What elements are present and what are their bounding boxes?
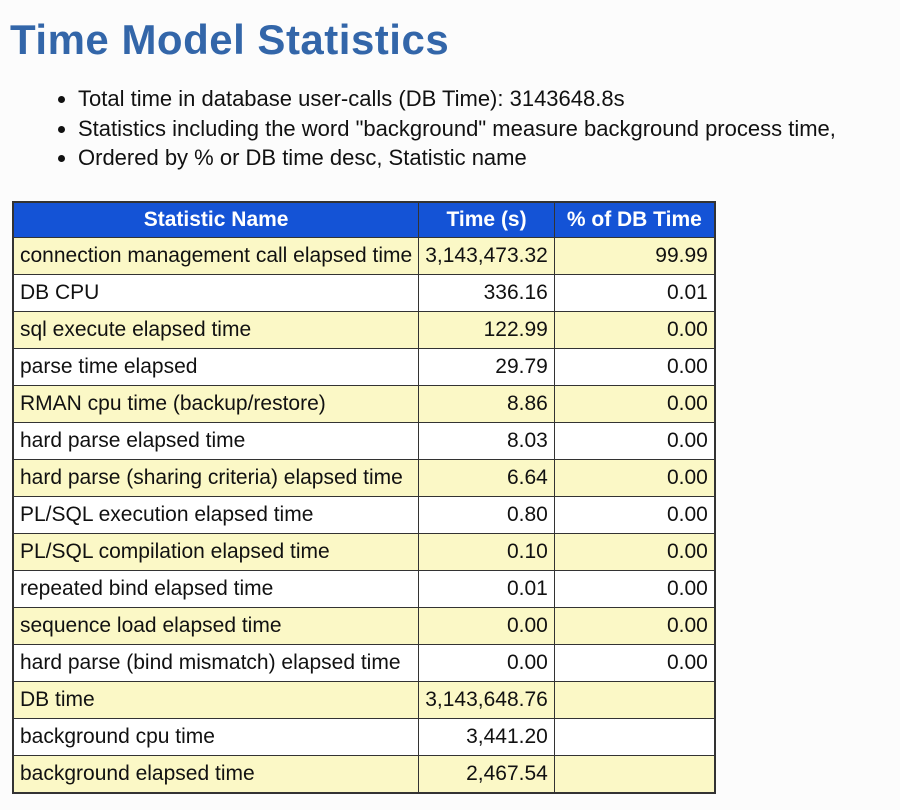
stat-time-cell: 3,441.20 [419, 719, 555, 756]
stat-pct-cell: 0.01 [554, 275, 714, 312]
col-header-pct-db-time: % of DB Time [554, 202, 714, 238]
stat-name-cell: hard parse elapsed time [13, 423, 419, 460]
stat-time-cell: 336.16 [419, 275, 555, 312]
stat-time-cell: 122.99 [419, 312, 555, 349]
table-row: DB time3,143,648.76 [13, 682, 715, 719]
stat-time-cell: 29.79 [419, 349, 555, 386]
stat-pct-cell: 0.00 [554, 534, 714, 571]
stat-name-cell: background elapsed time [13, 756, 419, 794]
stat-name-cell: RMAN cpu time (backup/restore) [13, 386, 419, 423]
table-row: hard parse (bind mismatch) elapsed time0… [13, 645, 715, 682]
table-row: PL/SQL execution elapsed time0.800.00 [13, 497, 715, 534]
table-row: repeated bind elapsed time0.010.00 [13, 571, 715, 608]
stat-time-cell: 0.80 [419, 497, 555, 534]
stat-name-cell: DB time [13, 682, 419, 719]
notes-list: Total time in database user-calls (DB Ti… [60, 84, 884, 173]
stat-time-cell: 2,467.54 [419, 756, 555, 794]
stat-name-cell: PL/SQL execution elapsed time [13, 497, 419, 534]
table-row: DB CPU336.160.01 [13, 275, 715, 312]
stat-pct-cell: 0.00 [554, 312, 714, 349]
stat-time-cell: 8.86 [419, 386, 555, 423]
stat-pct-cell: 0.00 [554, 460, 714, 497]
stat-pct-cell [554, 756, 714, 794]
stat-time-cell: 8.03 [419, 423, 555, 460]
table-row: background elapsed time2,467.54 [13, 756, 715, 794]
stat-time-cell: 0.00 [419, 645, 555, 682]
stat-pct-cell: 0.00 [554, 497, 714, 534]
note-item: Statistics including the word "backgroun… [78, 114, 884, 144]
stats-tbody: connection management call elapsed time3… [13, 238, 715, 794]
stat-pct-cell: 0.00 [554, 423, 714, 460]
time-model-stats-table: Statistic Name Time (s) % of DB Time con… [12, 201, 716, 794]
stat-time-cell: 6.64 [419, 460, 555, 497]
stat-name-cell: connection management call elapsed time [13, 238, 419, 275]
page-title: Time Model Statistics [10, 16, 884, 64]
stat-name-cell: sequence load elapsed time [13, 608, 419, 645]
stat-name-cell: parse time elapsed [13, 349, 419, 386]
stat-pct-cell: 0.00 [554, 645, 714, 682]
stat-name-cell: background cpu time [13, 719, 419, 756]
stat-pct-cell [554, 719, 714, 756]
stat-name-cell: DB CPU [13, 275, 419, 312]
stat-name-cell: repeated bind elapsed time [13, 571, 419, 608]
stat-name-cell: hard parse (sharing criteria) elapsed ti… [13, 460, 419, 497]
stat-time-cell: 0.00 [419, 608, 555, 645]
table-row: RMAN cpu time (backup/restore)8.860.00 [13, 386, 715, 423]
stat-pct-cell: 0.00 [554, 608, 714, 645]
stat-time-cell: 0.01 [419, 571, 555, 608]
table-row: background cpu time3,441.20 [13, 719, 715, 756]
stat-pct-cell: 99.99 [554, 238, 714, 275]
note-item: Total time in database user-calls (DB Ti… [78, 84, 884, 114]
table-row: hard parse elapsed time8.030.00 [13, 423, 715, 460]
col-header-statistic-name: Statistic Name [13, 202, 419, 238]
note-item: Ordered by % or DB time desc, Statistic … [78, 143, 884, 173]
table-row: PL/SQL compilation elapsed time0.100.00 [13, 534, 715, 571]
stat-name-cell: hard parse (bind mismatch) elapsed time [13, 645, 419, 682]
stat-pct-cell: 0.00 [554, 349, 714, 386]
stat-name-cell: sql execute elapsed time [13, 312, 419, 349]
table-row: connection management call elapsed time3… [13, 238, 715, 275]
table-row: hard parse (sharing criteria) elapsed ti… [13, 460, 715, 497]
stat-time-cell: 0.10 [419, 534, 555, 571]
stat-time-cell: 3,143,648.76 [419, 682, 555, 719]
table-row: sequence load elapsed time0.000.00 [13, 608, 715, 645]
stat-pct-cell: 0.00 [554, 571, 714, 608]
stat-pct-cell: 0.00 [554, 386, 714, 423]
stat-name-cell: PL/SQL compilation elapsed time [13, 534, 419, 571]
table-row: sql execute elapsed time122.990.00 [13, 312, 715, 349]
stat-time-cell: 3,143,473.32 [419, 238, 555, 275]
stat-pct-cell [554, 682, 714, 719]
col-header-time-s: Time (s) [419, 202, 555, 238]
table-row: parse time elapsed29.790.00 [13, 349, 715, 386]
